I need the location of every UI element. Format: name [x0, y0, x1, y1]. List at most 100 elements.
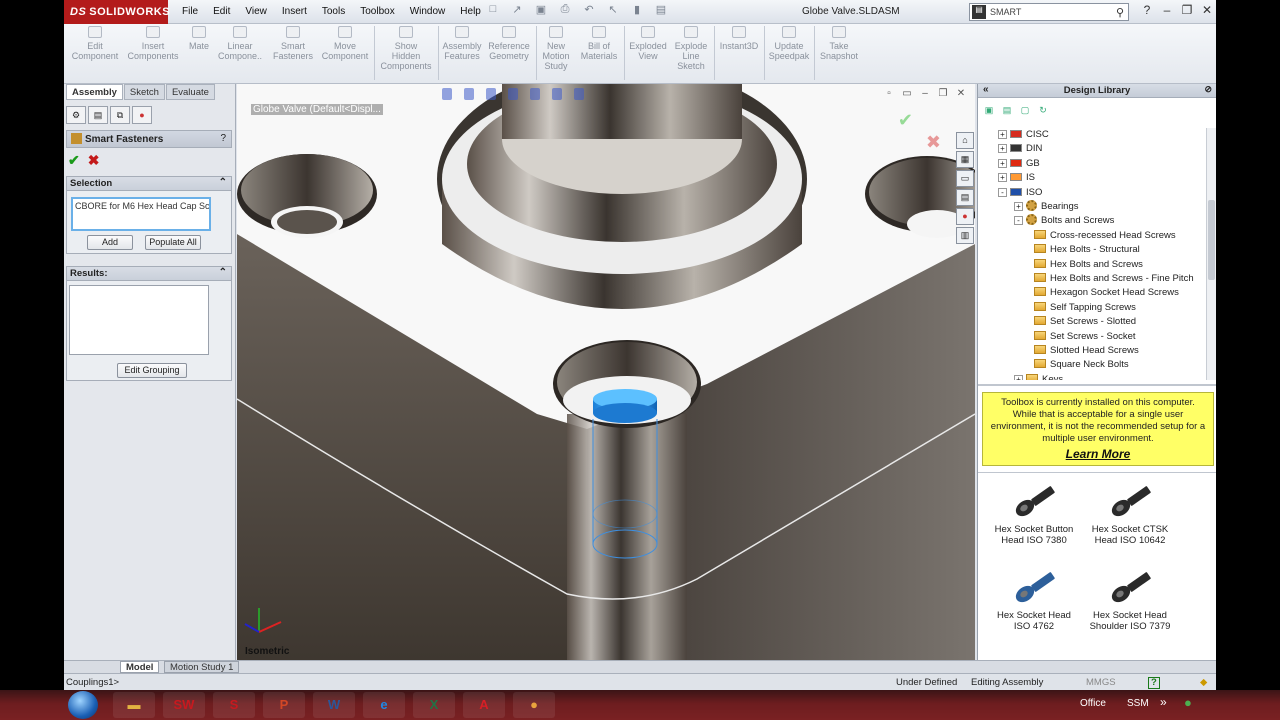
tree-item[interactable]: Hex Bolts and Screws - Fine Pitch — [1034, 272, 1194, 286]
viewport-tile-icon[interactable]: ▭ — [901, 88, 913, 99]
scrollbar-thumb[interactable] — [1208, 200, 1215, 280]
select-icon[interactable]: ↖ — [604, 3, 622, 19]
menu-view[interactable]: View — [245, 6, 267, 17]
search-icon[interactable]: ⚲ — [1116, 6, 1124, 19]
expand-icon[interactable]: + — [998, 158, 1007, 168]
explode-line-sketch-button[interactable]: Explode Line Sketch — [672, 26, 710, 71]
close-icon[interactable]: ✕ — [1200, 3, 1214, 17]
smart-fasteners-button[interactable]: Smart Fasteners — [268, 26, 318, 61]
zoom-to-fit-icon[interactable] — [442, 88, 452, 100]
section-view-icon[interactable] — [508, 88, 518, 100]
new-document-icon[interactable]: □ — [484, 3, 502, 19]
taskbar-solidworks-icon[interactable]: SW — [163, 692, 205, 718]
show-hidden-components-button[interactable]: Show Hidden Components — [376, 26, 436, 71]
tab-motion-study-1[interactable]: Motion Study 1 — [164, 661, 240, 673]
file-explorer-icon[interactable]: ▭ — [956, 170, 974, 187]
display-manager-icon[interactable]: ● — [132, 106, 152, 124]
appearances-icon[interactable]: ● — [956, 208, 974, 225]
design-library-tree[interactable]: + CISC + DIN + GB + IS - ISO + Bearings - Bolts and S… — [978, 128, 1206, 380]
reference-geometry-button[interactable]: Reference Geometry — [486, 26, 532, 61]
solidworks-resources-icon[interactable]: ⌂ — [956, 132, 974, 149]
taskbar-excel-icon[interactable]: X — [413, 692, 455, 718]
collapse-icon[interactable]: ⌃ — [219, 177, 227, 188]
tree-item[interactable]: Cross-recessed Head Screws — [1034, 229, 1176, 243]
search-input[interactable]: SMART — [990, 7, 1116, 17]
selection-list[interactable]: CBORE for M6 Hex Head Cap Scr — [71, 197, 211, 231]
instant3d-button[interactable]: Instant3D — [716, 26, 762, 51]
selection-header[interactable]: Selection ⌃ — [67, 177, 231, 191]
zoom-area-icon[interactable] — [464, 88, 474, 100]
menu-edit[interactable]: Edit — [213, 6, 230, 17]
options-icon[interactable]: ▤ — [652, 3, 670, 19]
tree-item[interactable]: Set Screws - Socket — [1034, 330, 1136, 344]
tree-item[interactable]: Hex Bolts and Screws — [1034, 258, 1143, 272]
bill-of-materials-button[interactable]: Bill of Materials — [578, 26, 620, 61]
cancel-x-icon[interactable]: ✖ — [88, 152, 100, 169]
status-units[interactable]: MMGS — [1086, 677, 1116, 688]
library-part[interactable]: Hex Socket Button Head ISO 7380 — [986, 482, 1082, 546]
expand-icon[interactable]: + — [998, 130, 1007, 139]
menu-file[interactable]: File — [182, 6, 198, 17]
tree-item[interactable]: Square Neck Bolts — [1034, 358, 1129, 372]
menu-help[interactable]: Help — [460, 6, 481, 17]
tray-status-icon[interactable]: ● — [1184, 695, 1192, 710]
configuration-manager-icon[interactable]: ⧉ — [110, 106, 130, 124]
library-part[interactable]: Hex Socket CTSK Head ISO 10642 — [1082, 482, 1178, 546]
tree-item[interactable]: Set Screws - Slotted — [1034, 315, 1136, 329]
property-manager-icon[interactable]: ▤ — [88, 106, 108, 124]
feature-manager-icon[interactable]: ⚙ — [66, 106, 86, 124]
add-to-library-icon[interactable]: ▣ — [982, 104, 996, 117]
create-folder-icon[interactable]: ▢ — [1018, 104, 1032, 117]
confirm-ok-icon[interactable]: ✔ — [898, 110, 913, 131]
learn-more-link[interactable]: Learn More — [989, 448, 1207, 460]
tree-item[interactable]: + GB — [998, 157, 1040, 171]
undo-icon[interactable]: ↶ — [580, 3, 598, 19]
hide-show-items-icon[interactable] — [574, 88, 584, 100]
tree-item[interactable]: + IS — [998, 171, 1035, 185]
populate-all-button[interactable]: Populate All — [145, 235, 201, 250]
start-button[interactable] — [68, 691, 98, 719]
tree-item[interactable]: - Bolts and Screws — [1014, 214, 1114, 228]
ok-check-icon[interactable]: ✔ — [68, 152, 80, 169]
update-speedpak-button[interactable]: Update Speedpak — [766, 26, 812, 61]
library-part[interactable]: Hex Socket Head Shoulder ISO 7379 — [1082, 568, 1178, 632]
collapse-icon[interactable]: - — [998, 187, 1007, 197]
refresh-icon[interactable]: ↻ — [1036, 104, 1050, 117]
assembly-features-button[interactable]: Assembly Features — [440, 26, 484, 61]
solidworks-logo[interactable]: DS SOLIDWORKS — [64, 0, 170, 24]
tree-item[interactable]: + Bearings — [1014, 200, 1079, 214]
rebuild-icon[interactable]: ▮ — [628, 3, 646, 19]
edit-grouping-button[interactable]: Edit Grouping — [117, 363, 187, 378]
help-menu-icon[interactable]: ? — [1140, 3, 1154, 17]
library-part[interactable]: Hex Socket Head ISO 4762 — [986, 568, 1082, 632]
view-orientation-icon[interactable] — [530, 88, 540, 100]
tree-item[interactable]: + CISC — [998, 128, 1049, 142]
exploded-view-button[interactable]: Exploded View — [626, 26, 670, 61]
tray-ssm[interactable]: SSM — [1127, 698, 1149, 709]
taskbar-chrome-icon[interactable]: ● — [513, 692, 555, 718]
view-palette-icon[interactable]: ▤ — [956, 189, 974, 206]
pin-icon[interactable]: ⊘ — [1204, 84, 1212, 95]
edit-component-button[interactable]: Edit Component — [68, 26, 122, 61]
help-icon[interactable]: ? — [220, 133, 226, 144]
viewport-minimize-icon[interactable]: – — [919, 88, 931, 99]
results-list[interactable] — [69, 285, 209, 355]
taskbar-acrobat-icon[interactable]: A — [463, 692, 505, 718]
taskbar-powerpoint-icon[interactable]: P — [263, 692, 305, 718]
expand-icon[interactable]: + — [998, 144, 1007, 154]
collapse-icon[interactable]: - — [1014, 216, 1023, 226]
add-file-location-icon[interactable]: ▤ — [1000, 104, 1014, 117]
minimize-icon[interactable]: – — [1160, 3, 1174, 17]
expand-icon[interactable]: + — [1014, 202, 1023, 211]
tree-item[interactable]: Hex Bolts - Structural — [1034, 243, 1140, 257]
open-icon[interactable]: ↗ — [508, 3, 526, 19]
save-icon[interactable]: ▣ — [532, 3, 550, 19]
tree-item[interactable]: Self Tapping Screws — [1034, 301, 1136, 315]
tree-item[interactable]: + DIN — [998, 142, 1042, 156]
search-scope-icon[interactable]: ▤ — [972, 5, 986, 19]
tree-item[interactable]: Hexagon Socket Head Screws — [1034, 286, 1179, 300]
collapse-pane-icon[interactable]: « — [983, 84, 989, 95]
expand-icon[interactable]: + — [998, 173, 1007, 183]
viewport-split-icon[interactable]: ▫ — [883, 88, 895, 99]
tab-model[interactable]: Model — [120, 661, 160, 673]
